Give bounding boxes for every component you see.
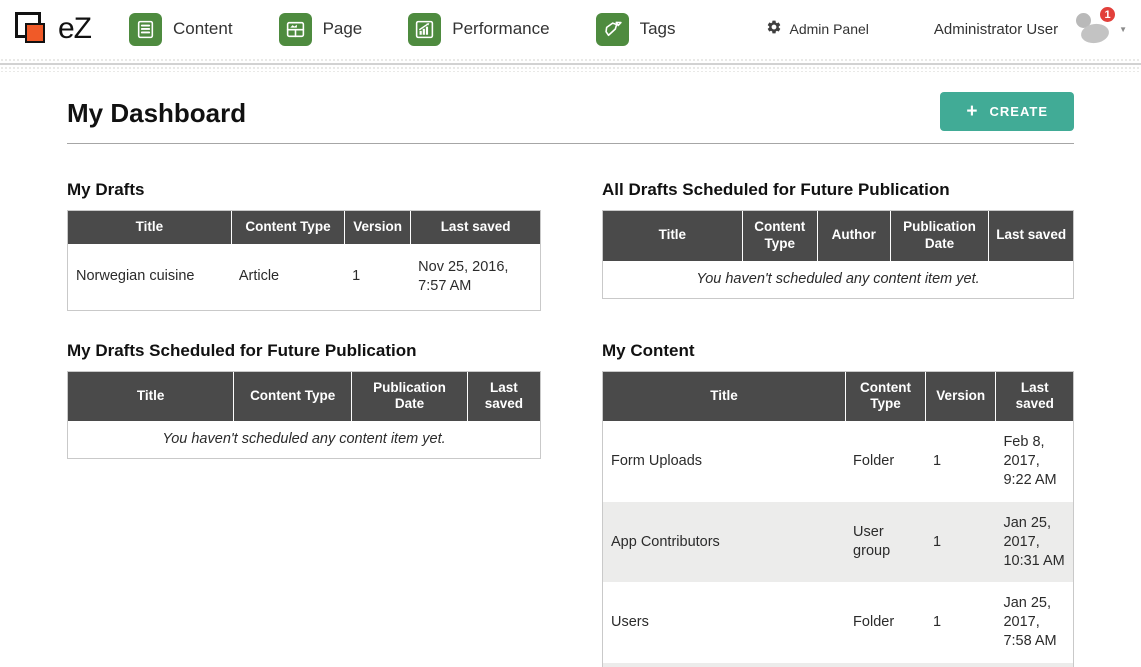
- nav-item-label: Content: [173, 19, 233, 39]
- nav-bottom-divider: [0, 58, 1141, 72]
- table-header-row: Title Content Type Publication Date Last…: [68, 372, 540, 422]
- cell-version: 1: [925, 582, 996, 663]
- nav-item-label: Tags: [640, 19, 676, 39]
- column-header[interactable]: Last saved: [467, 372, 540, 422]
- cell-last-saved: Nov 25, 2016, 7:57 AM: [410, 244, 540, 310]
- user-menu[interactable]: Administrator User 1 ▼: [934, 13, 1127, 45]
- page-icon: [279, 13, 312, 46]
- column-header[interactable]: Content Type: [742, 211, 817, 261]
- create-button[interactable]: + CREATE: [940, 92, 1074, 131]
- column-header[interactable]: Title: [68, 211, 231, 244]
- empty-state-row: You haven't scheduled any content item y…: [68, 421, 540, 458]
- nav-item-label: Page: [323, 19, 363, 39]
- empty-state-row: You haven't scheduled any content item y…: [603, 261, 1073, 298]
- cell-title: App Contributors: [603, 502, 845, 583]
- column-header[interactable]: Content Type: [233, 372, 351, 422]
- admin-panel-button[interactable]: Admin Panel: [766, 19, 869, 40]
- main-content: My Dashboard + CREATE My Drafts Title Co…: [0, 92, 1141, 667]
- cell-version: 1: [925, 502, 996, 583]
- column-header[interactable]: Last saved: [988, 211, 1073, 261]
- column-header[interactable]: Publication Date: [890, 211, 989, 261]
- cell-last-saved: Jan 25, 2017, 7:55 AM: [995, 663, 1073, 667]
- nav-item-content[interactable]: Content: [129, 13, 233, 46]
- gear-icon: [766, 19, 790, 40]
- column-header[interactable]: Content Type: [845, 372, 925, 422]
- content-icon: [129, 13, 162, 46]
- column-header[interactable]: Author: [817, 211, 890, 261]
- column-header[interactable]: Content Type: [231, 211, 344, 244]
- table-row[interactable]: App Contributors User group 1 Jan 25, 20…: [603, 502, 1073, 583]
- section-my-scheduled: My Drafts Scheduled for Future Publicati…: [67, 341, 541, 460]
- column-header[interactable]: Title: [68, 372, 233, 422]
- column-header[interactable]: Publication Date: [351, 372, 467, 422]
- my-scheduled-table: Title Content Type Publication Date Last…: [67, 371, 541, 460]
- ez-logo[interactable]: eZ: [12, 9, 91, 49]
- create-button-label: CREATE: [990, 104, 1048, 119]
- cell-version: 1: [925, 421, 996, 502]
- nav-item-tags[interactable]: Tags: [596, 13, 676, 46]
- cell-title: Form Uploads: [603, 421, 845, 502]
- section-my-drafts: My Drafts Title Content Type Version Las…: [67, 180, 541, 311]
- table-header-row: Title Content Type Version Last saved: [603, 372, 1073, 422]
- cell-last-saved: Jan 25, 2017, 10:31 AM: [995, 502, 1073, 583]
- cell-title: Norwegian cuisine: [68, 244, 231, 310]
- column-header[interactable]: Version: [925, 372, 996, 422]
- ez-logo-text: eZ: [58, 12, 91, 46]
- performance-icon: [408, 13, 441, 46]
- cell-title: Users: [603, 582, 845, 663]
- notification-badge[interactable]: 1: [1098, 5, 1117, 24]
- table-row[interactable]: Form Uploads Folder 1 Feb 8, 2017, 9:22 …: [603, 421, 1073, 502]
- user-name: Administrator User: [934, 21, 1058, 38]
- nav-item-page[interactable]: Page: [279, 13, 363, 46]
- section-my-content: My Content Title Content Type Version La…: [602, 341, 1074, 667]
- column-header[interactable]: Version: [344, 211, 410, 244]
- nav-item-performance[interactable]: Performance: [408, 13, 549, 46]
- table-header-row: Title Content Type Version Last saved: [68, 211, 540, 244]
- table-row[interactable]: App Folder 1 Jan 25, 2017, 7:55 AM: [603, 663, 1073, 667]
- admin-panel-label: Admin Panel: [790, 21, 869, 37]
- column-header[interactable]: Last saved: [995, 372, 1073, 422]
- my-content-table: Title Content Type Version Last saved Fo…: [602, 371, 1074, 667]
- section-title: My Drafts Scheduled for Future Publicati…: [67, 341, 541, 361]
- section-title: My Content: [602, 341, 1074, 361]
- cell-content-type: Article: [231, 244, 344, 310]
- cell-version: 1: [344, 244, 410, 310]
- section-title: My Drafts: [67, 180, 541, 200]
- table-row[interactable]: Norwegian cuisine Article 1 Nov 25, 2016…: [68, 244, 540, 310]
- page-header: My Dashboard + CREATE: [67, 92, 1074, 144]
- nav-item-label: Performance: [452, 19, 549, 39]
- empty-state-message: You haven't scheduled any content item y…: [603, 261, 1073, 298]
- all-scheduled-table: Title Content Type Author Publication Da…: [602, 210, 1074, 299]
- chevron-down-icon[interactable]: ▼: [1119, 25, 1127, 34]
- page-title: My Dashboard: [67, 98, 246, 129]
- my-drafts-table: Title Content Type Version Last saved No…: [67, 210, 541, 311]
- column-header[interactable]: Title: [603, 372, 845, 422]
- cell-content-type: Folder: [845, 582, 925, 663]
- section-all-scheduled: All Drafts Scheduled for Future Publicat…: [602, 180, 1074, 299]
- top-nav: eZ Content Page: [0, 0, 1141, 58]
- cell-last-saved: Feb 8, 2017, 9:22 AM: [995, 421, 1073, 502]
- user-avatar[interactable]: 1: [1074, 13, 1112, 45]
- tags-icon: [596, 13, 629, 46]
- cell-last-saved: Jan 25, 2017, 7:58 AM: [995, 582, 1073, 663]
- ez-logo-mark-icon: [12, 9, 54, 49]
- cell-version: 1: [925, 663, 996, 667]
- empty-state-message: You haven't scheduled any content item y…: [68, 421, 540, 458]
- cell-content-type: Folder: [845, 421, 925, 502]
- column-header[interactable]: Title: [603, 211, 742, 261]
- table-row[interactable]: Users Folder 1 Jan 25, 2017, 7:58 AM: [603, 582, 1073, 663]
- section-title: All Drafts Scheduled for Future Publicat…: [602, 180, 1074, 200]
- plus-icon: +: [966, 102, 977, 121]
- cell-content-type: User group: [845, 502, 925, 583]
- column-header[interactable]: Last saved: [410, 211, 540, 244]
- dashboard-grid: My Drafts Title Content Type Version Las…: [67, 180, 1074, 667]
- cell-content-type: Folder: [845, 663, 925, 667]
- cell-title: App: [603, 663, 845, 667]
- table-header-row: Title Content Type Author Publication Da…: [603, 211, 1073, 261]
